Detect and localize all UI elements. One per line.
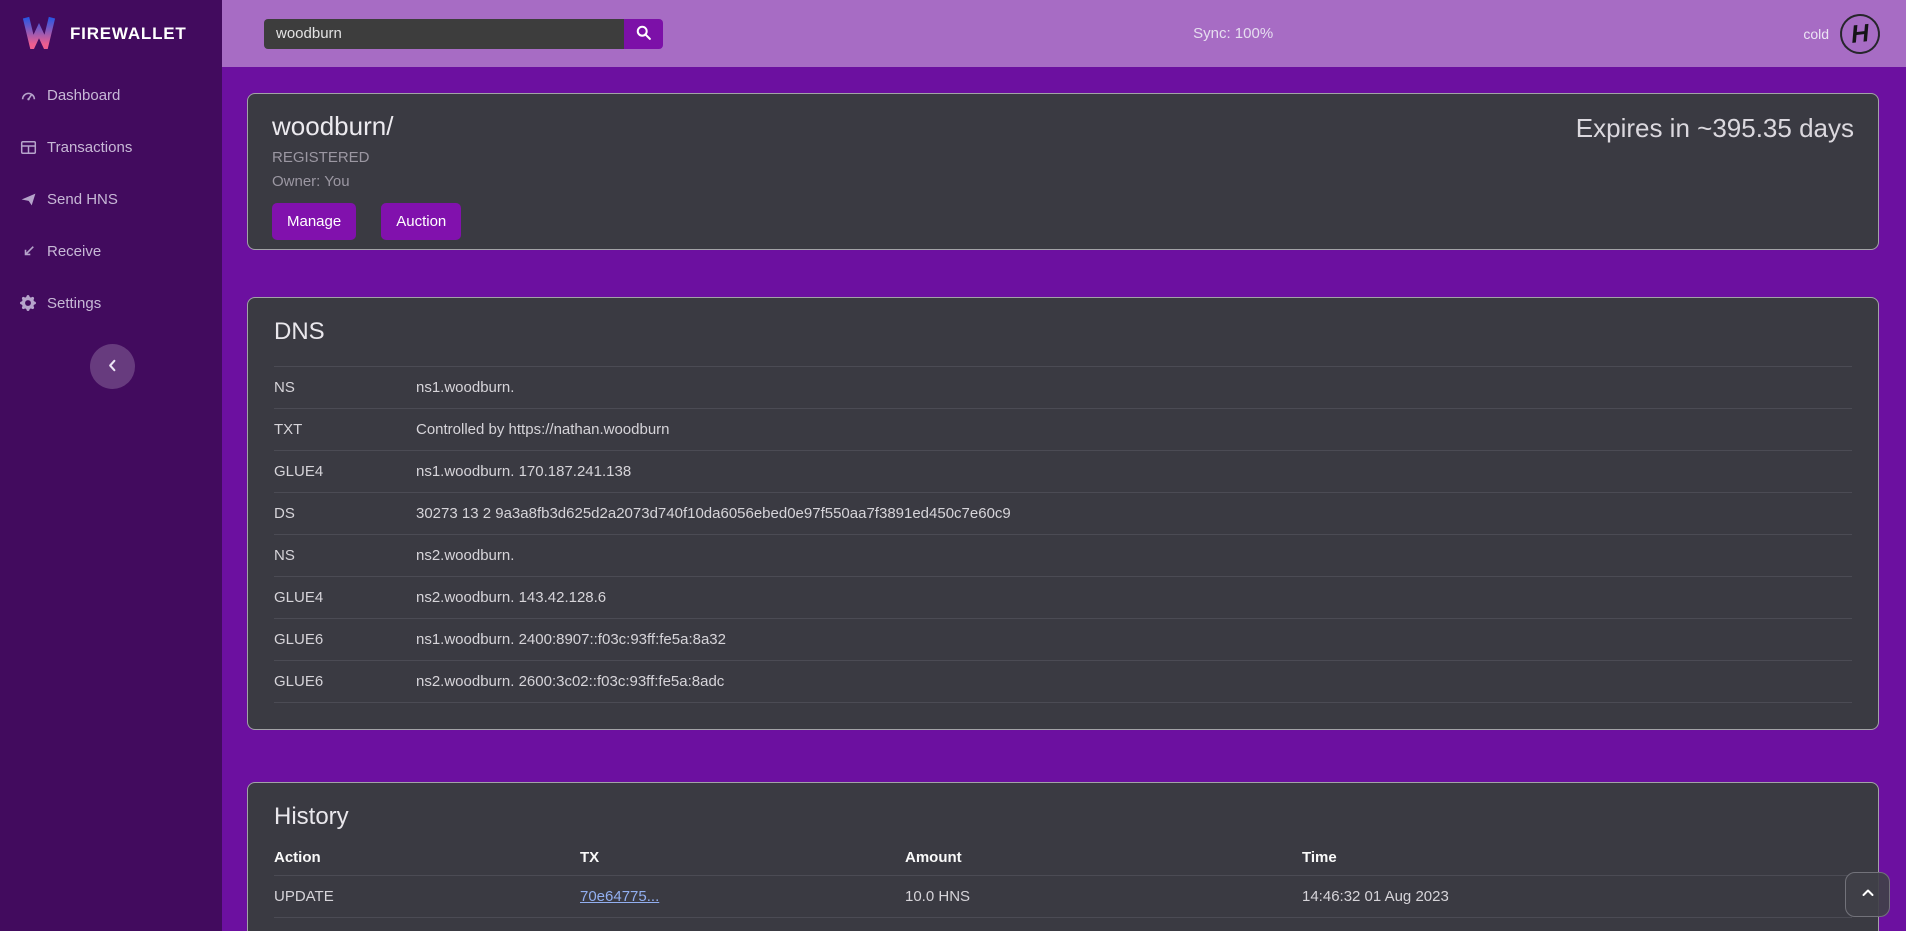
- history-column-header: TX: [580, 841, 905, 875]
- sidebar: FIREWALLET Dashboard Transactions Send HNS…: [0, 0, 222, 931]
- sidebar-item-send-hns[interactable]: Send HNS: [0, 173, 222, 225]
- dns-record-row: GLUE4ns2.woodburn. 143.42.128.6: [274, 577, 1852, 619]
- sidebar-collapse-button[interactable]: [90, 344, 135, 389]
- history-title: History: [274, 803, 1852, 831]
- dns-record-row: GLUE4ns1.woodburn. 170.187.241.138: [274, 451, 1852, 493]
- search-group: [264, 19, 663, 49]
- scroll-to-top-button[interactable]: [1845, 872, 1890, 917]
- wallet-info: cold H: [1803, 14, 1880, 54]
- domain-owner: Owner: You: [272, 173, 1854, 190]
- history-row: REVEAL472a3e4...10.0 HNS15:47:00 27 Jul …: [274, 917, 1852, 931]
- brand: FIREWALLET: [0, 0, 222, 67]
- auction-button[interactable]: Auction: [381, 203, 461, 240]
- sidebar-item-settings[interactable]: Settings: [0, 277, 222, 329]
- sidebar-item-dashboard[interactable]: Dashboard: [0, 69, 222, 121]
- wallet-name: cold: [1803, 26, 1829, 42]
- dns-record-value: ns2.woodburn.: [416, 535, 1852, 577]
- dns-record-row: DS30273 13 2 9a3a8fb3d625d2a2073d740f10d…: [274, 493, 1852, 535]
- dns-record-row: NSns2.woodburn.: [274, 535, 1852, 577]
- sync-status: Sync: 100%: [663, 25, 1803, 42]
- topbar: Sync: 100% cold H: [222, 0, 1906, 67]
- receive-icon: [20, 243, 37, 260]
- sidebar-item-label: Transactions: [47, 139, 132, 156]
- dns-record-type: GLUE4: [274, 577, 416, 619]
- dns-record-type: GLUE6: [274, 619, 416, 661]
- dns-record-type: NS: [274, 367, 416, 409]
- dns-card: DNS NSns1.woodburn.TXTControlled by http…: [247, 297, 1879, 730]
- dns-record-row: GLUE6ns1.woodburn. 2400:8907::f03c:93ff:…: [274, 619, 1852, 661]
- dns-record-value: ns2.woodburn. 143.42.128.6: [416, 577, 1852, 619]
- domain-status: REGISTERED: [272, 149, 1854, 166]
- history-action: REVEAL: [274, 917, 580, 931]
- history-time: 14:46:32 01 Aug 2023: [1302, 875, 1852, 917]
- dns-record-type: NS: [274, 535, 416, 577]
- search-button[interactable]: [624, 19, 663, 49]
- dns-record-value: ns1.woodburn.: [416, 367, 1852, 409]
- chevron-up-icon: [1860, 885, 1876, 904]
- history-time: 15:47:00 27 Jul 2023: [1302, 917, 1852, 931]
- dns-record-value: ns1.woodburn. 2400:8907::f03c:93ff:fe5a:…: [416, 619, 1852, 661]
- sidebar-item-receive[interactable]: Receive: [0, 225, 222, 277]
- sidebar-item-label: Dashboard: [47, 87, 120, 104]
- dns-record-row: TXTControlled by https://nathan.woodburn: [274, 409, 1852, 451]
- history-row: UPDATE70e64775... 10.0 HNS14:46:32 01 Aug…: [274, 875, 1852, 917]
- dns-record-row: NSns1.woodburn.: [274, 367, 1852, 409]
- sidebar-item-transactions[interactable]: Transactions: [0, 121, 222, 173]
- dns-record-value: ns2.woodburn. 2600:3c02::f03c:93ff:fe5a:…: [416, 661, 1852, 703]
- dns-record-value: Controlled by https://nathan.woodburn: [416, 409, 1852, 451]
- history-column-header: Action: [274, 841, 580, 875]
- sidebar-item-label: Receive: [47, 243, 101, 260]
- table-icon: [20, 139, 37, 156]
- main-content: woodburn/ REGISTERED Owner: You Manage A…: [222, 67, 1906, 931]
- dns-record-row: GLUE6ns2.woodburn. 2600:3c02::f03c:93ff:…: [274, 661, 1852, 703]
- search-icon: [635, 24, 652, 44]
- sidebar-nav: Dashboard Transactions Send HNS Receive Sett…: [0, 67, 222, 329]
- send-icon: [20, 191, 37, 208]
- chevron-left-icon: [105, 358, 120, 376]
- history-amount: 10.0 HNS: [905, 917, 1302, 931]
- history-column-header: Amount: [905, 841, 1302, 875]
- tx-link[interactable]: 70e64775...: [580, 888, 659, 905]
- history-amount: 10.0 HNS: [905, 875, 1302, 917]
- dns-record-type: GLUE6: [274, 661, 416, 703]
- dns-table: NSns1.woodburn.TXTControlled by https://…: [274, 366, 1852, 703]
- firewallet-logo-icon: [20, 14, 58, 54]
- history-column-header: Time: [1302, 841, 1852, 875]
- dns-record-type: GLUE4: [274, 451, 416, 493]
- gauge-icon: [20, 87, 37, 104]
- dns-record-type: TXT: [274, 409, 416, 451]
- gear-icon: [20, 295, 37, 312]
- domain-card: woodburn/ REGISTERED Owner: You Manage A…: [247, 93, 1879, 250]
- expiry-text: Expires in ~395.35 days: [1576, 113, 1854, 144]
- history-action: UPDATE: [274, 875, 580, 917]
- brand-name: FIREWALLET: [70, 24, 187, 44]
- sidebar-item-label: Settings: [47, 295, 101, 312]
- history-card: History ActionTXAmountTime UPDATE70e6477…: [247, 782, 1879, 931]
- domain-actions: Manage Auction: [272, 203, 1854, 240]
- manage-button[interactable]: Manage: [272, 203, 356, 240]
- handshake-logo-icon: H: [1838, 12, 1882, 56]
- history-table: ActionTXAmountTime UPDATE70e64775... 10.0…: [274, 841, 1852, 931]
- dns-record-value: 30273 13 2 9a3a8fb3d625d2a2073d740f10da6…: [416, 493, 1852, 535]
- dns-record-value: ns1.woodburn. 170.187.241.138: [416, 451, 1852, 493]
- dns-title: DNS: [274, 318, 1852, 346]
- sidebar-item-label: Send HNS: [47, 191, 118, 208]
- dns-record-type: DS: [274, 493, 416, 535]
- search-input[interactable]: [264, 19, 624, 49]
